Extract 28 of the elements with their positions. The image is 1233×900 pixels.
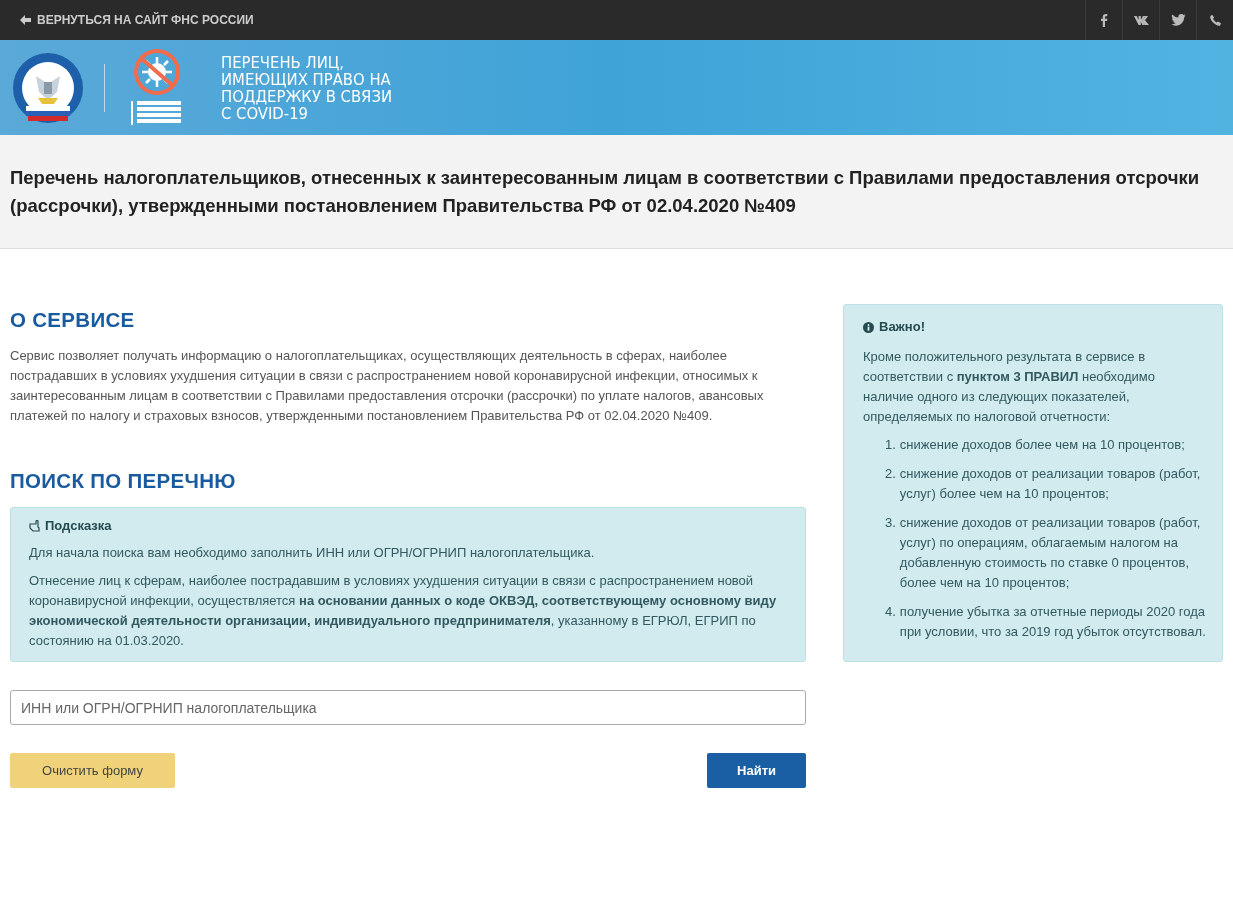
hint-title: Подсказка: [45, 518, 112, 533]
list-number: 3.: [885, 514, 896, 532]
phone-icon: [1209, 14, 1221, 26]
banner-title: ПЕРЕЧЕНЬ ЛИЦ, ИМЕЮЩИХ ПРАВО НА ПОДДЕРЖКУ В СВЯЗИ С COVID-19: [221, 53, 393, 122]
pointing-hand-icon: [29, 519, 40, 532]
important-title: Важно!: [879, 318, 925, 336]
facebook-icon: [1100, 13, 1108, 27]
info-icon: [863, 321, 874, 333]
hint-text: Для начала поиска вам необходимо заполнить ИНН или ОГРН/ОГРНИП налогоплательщика.: [29, 544, 596, 562]
clear-form-button[interactable]: Очистить форму: [10, 753, 175, 788]
twitter-icon: [1170, 14, 1186, 26]
service-description: Сервис позволяет получать информацию о налогоплательщиках, осуществляющих деятельность в сферах, наиболее пострадавших в условиях ухудшения ситуации в связи с распространением новой коронавирусной инфекции, относимых к заинтересованным лицам в соответствии с Правилами предоставления отсрочки (рассрочки) по уплате налогов, авансовых платежей по налогу и страховых взносов, утвержденными постановлением Правительства РФ от 02.04.2020 №409.: [10, 347, 765, 425]
hint-text: Отнесение лиц к сферам, наиболее пострадавшим в условиях ухудшения ситуации в связи с распространением новой коронавирусной инфекции, осуществляется на основании данных о коде ОКВЭД, соответствующему основному виду экономической деятельности организации, индивидуального предпринимателя, указанному в ЕГРЮЛ, ЕГРИП по состоянию на 01.03.2020.: [29, 572, 778, 650]
section-heading: ПОИСК ПО ПЕРЕЧНЮ: [10, 469, 237, 493]
find-button[interactable]: Найти: [707, 753, 806, 788]
important-text: Кроме положительного результата в сервисе в соответствии с пунктом 3 ПРАВИЛ необходимо наличие одного из следующих показателей, определяемых по налоговой отчетности:: [863, 348, 1156, 426]
inn-input-field[interactable]: ИНН или ОГРН/ОГРНИП налогоплательщика: [10, 690, 806, 725]
list-number: 2.: [885, 465, 896, 483]
list-item-text: снижение доходов более чем на 10 процентов;: [899, 436, 1185, 454]
list-number: 1.: [885, 436, 896, 454]
section-heading: О СЕРВИСЕ: [10, 308, 136, 332]
page-title: Перечень налогоплательщиков, отнесенных к заинтересованным лицам в соответствии с Правилами предоставления отсрочки (рассрочки), утвержденными постановлением Правительства РФ от 02.04.2020 №409: [10, 166, 1201, 218]
list-item-text: снижение доходов от реализации товаров (работ, услуг) более чем на 10 процентов;: [899, 465, 1202, 503]
vk-icon: [1133, 15, 1149, 25]
list-item-text: получение убытка за отчетные периоды 2020 года при условии, что за 2019 год убыток отсутствовал.: [899, 603, 1207, 641]
list-item-text: снижение доходов от реализации товаров (работ, услуг) по операциям, облагаемым налогом на добавленную стоимость по ставке 0 процентов, более чем на 10 процентов;: [899, 514, 1202, 592]
list-number: 4.: [885, 603, 896, 621]
left-arrow-icon: [20, 15, 31, 25]
